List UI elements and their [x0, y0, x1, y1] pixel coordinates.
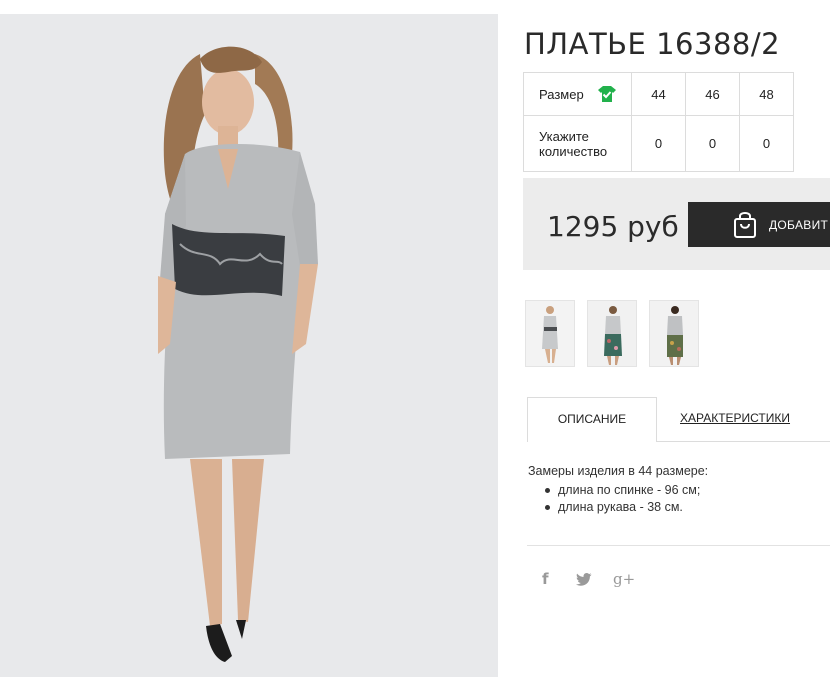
quantity-44[interactable]: 0: [631, 115, 686, 172]
add-to-cart-label: ДОБАВИТ: [769, 217, 829, 232]
quantity-48[interactable]: 0: [739, 115, 794, 172]
green-shirt-check-icon: [597, 85, 617, 103]
twitter-icon[interactable]: [576, 573, 592, 590]
list-item: длина рукава - 38 см.: [544, 499, 708, 516]
size-44[interactable]: 44: [631, 72, 686, 116]
product-price: 1295 руб: [547, 210, 679, 243]
product-thumbnail-2[interactable]: [587, 300, 637, 367]
description-list: длина по спинке - 96 см; длина рукава - …: [528, 482, 708, 516]
section-divider: [527, 545, 830, 546]
tab-description[interactable]: ОПИСАНИЕ: [527, 397, 657, 442]
quantity-46[interactable]: 0: [685, 115, 740, 172]
size-label-cell: Размер: [523, 72, 632, 116]
size-quantity-table: Размер 44 46 48 Укажите количество 0 0 0: [523, 72, 794, 172]
product-thumbnail-3[interactable]: [649, 300, 699, 367]
quantity-label-line1: Укажите: [539, 128, 589, 144]
price-box: 1295 руб ДОБАВИТ: [523, 178, 830, 270]
list-item: длина по спинке - 96 см;: [544, 482, 708, 499]
size-48[interactable]: 48: [739, 72, 794, 116]
add-to-cart-button[interactable]: ДОБАВИТ: [688, 202, 830, 247]
google-plus-icon[interactable]: g+: [613, 570, 635, 588]
quantity-label-cell: Укажите количество: [523, 115, 632, 172]
quantity-label-line2: количество: [539, 143, 608, 159]
size-row: Размер 44 46 48: [523, 72, 794, 116]
product-main-image: [0, 14, 498, 677]
shopping-bag-icon: [732, 210, 758, 239]
tab-characteristics[interactable]: ХАРАКТЕРИСТИКИ: [680, 397, 790, 442]
quantity-row: Укажите количество 0 0 0: [523, 115, 794, 172]
facebook-icon[interactable]: f: [542, 570, 549, 588]
description-intro: Замеры изделия в 44 размере:: [528, 464, 709, 478]
product-thumbnail-1[interactable]: [525, 300, 575, 367]
product-tabs: ОПИСАНИЕ ХАРАКТЕРИСТИКИ: [527, 397, 830, 442]
size-46[interactable]: 46: [685, 72, 740, 116]
size-label: Размер: [539, 86, 584, 102]
product-title: ПЛАТЬЕ 16388/2: [524, 27, 781, 62]
description-content: Замеры изделия в 44 размере: длина по сп…: [528, 464, 708, 516]
